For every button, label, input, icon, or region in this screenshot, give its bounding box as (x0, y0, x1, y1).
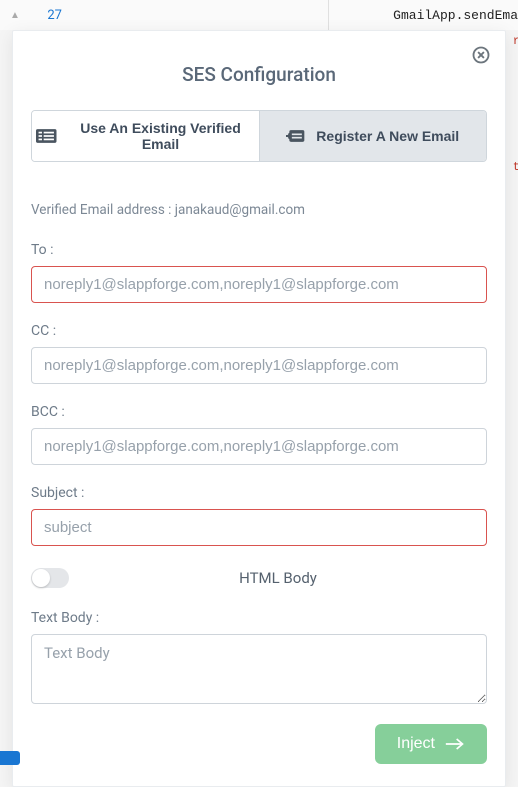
bottom-accent-strip (0, 751, 20, 765)
tab-group: Use An Existing Verified Email Register … (31, 110, 487, 162)
close-button[interactable] (469, 43, 493, 67)
bcc-input[interactable] (31, 428, 487, 465)
editor-code-snippet: GmailApp.sendEma (393, 8, 518, 23)
button-row: Inject (31, 724, 487, 764)
html-body-row: HTML Body (31, 566, 487, 590)
editor-overflow-hint: t (513, 160, 518, 174)
html-body-toggle[interactable] (31, 568, 69, 588)
verified-email-text: Verified Email address : janakaud@gmail.… (31, 202, 487, 218)
to-label: To : (31, 242, 487, 258)
cc-input[interactable] (31, 347, 487, 384)
subject-input[interactable] (31, 509, 487, 546)
gutter-fold-arrow: ▲ (0, 10, 30, 21)
bcc-label: BCC : (31, 404, 487, 420)
editor-overflow-text: r (513, 34, 518, 48)
cc-label: CC : (31, 323, 487, 339)
text-body-label: Text Body : (31, 610, 487, 626)
to-input[interactable] (31, 266, 487, 303)
tab-register-email[interactable]: Register A New Email (260, 111, 487, 161)
subject-label: Subject : (31, 485, 487, 501)
editor-background: ▲ 27 GmailApp.sendEma (0, 0, 518, 30)
toggle-knob (32, 569, 50, 587)
ses-config-modal: SES Configuration Use An Existing Verifi… (12, 30, 506, 787)
list-icon (36, 129, 57, 143)
modal-title: SES Configuration (31, 63, 487, 86)
tab-existing-email[interactable]: Use An Existing Verified Email (32, 111, 260, 161)
tab-existing-label: Use An Existing Verified Email (67, 120, 255, 152)
import-icon (286, 128, 306, 144)
tab-register-label: Register A New Email (316, 128, 459, 144)
text-body-textarea[interactable] (31, 634, 487, 704)
html-body-label: HTML Body (69, 569, 487, 587)
editor-divider (328, 0, 329, 30)
inject-button[interactable]: Inject (375, 724, 487, 764)
arrow-right-icon (445, 737, 465, 751)
inject-label: Inject (397, 735, 435, 753)
editor-line-number: 27 (30, 8, 70, 23)
